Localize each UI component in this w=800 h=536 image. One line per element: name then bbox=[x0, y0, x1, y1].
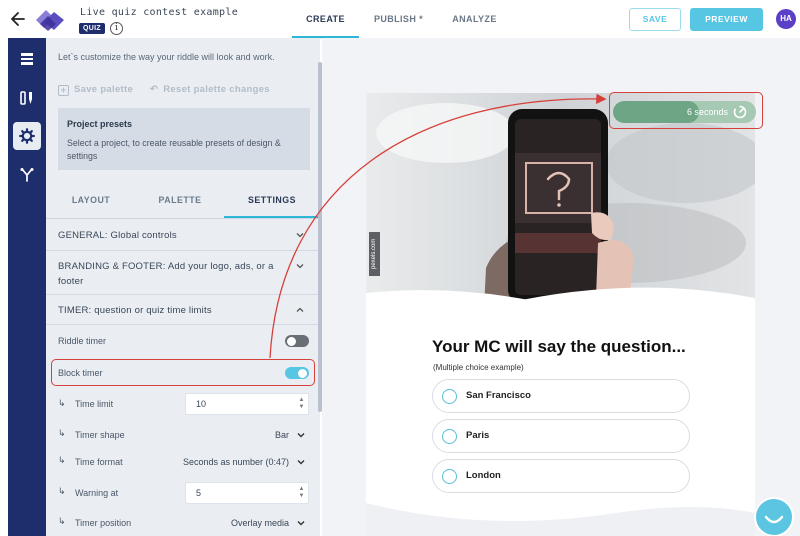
tab-palette[interactable]: PALETTE bbox=[136, 186, 224, 218]
brush-icon bbox=[20, 91, 32, 105]
section-general[interactable]: GENERAL: Global controls bbox=[46, 219, 320, 251]
tab-create[interactable]: CREATE bbox=[292, 0, 359, 38]
undo-icon: ↶ bbox=[150, 84, 159, 95]
settings-panel: Let`s customize the way your riddle will… bbox=[46, 38, 320, 536]
top-bar: Live quiz contest example QUIZ i CREATE … bbox=[0, 0, 800, 38]
number-spinner-icon[interactable]: ▲ ▼ bbox=[298, 486, 305, 500]
help-chat-button[interactable] bbox=[754, 497, 794, 536]
user-avatar[interactable]: HA bbox=[776, 9, 796, 29]
rail-item-blocks[interactable] bbox=[13, 45, 41, 73]
tab-analyze[interactable]: ANALYZE bbox=[441, 0, 508, 38]
reset-palette-button[interactable]: ↶ Reset palette changes bbox=[150, 84, 270, 95]
answer-option-label: Paris bbox=[466, 430, 490, 441]
preview-button[interactable]: PREVIEW bbox=[690, 8, 763, 31]
save-palette-label: Save palette bbox=[74, 84, 134, 95]
timer-shape-label: Timer shape bbox=[75, 430, 125, 440]
list-icon bbox=[21, 53, 33, 65]
timer-bar-highlight bbox=[609, 92, 763, 129]
riddle-timer-label: Riddle timer bbox=[58, 336, 107, 346]
back-arrow-icon[interactable] bbox=[10, 10, 26, 28]
presets-description: Select a project, to create reusable pre… bbox=[67, 138, 281, 161]
chevron-down-icon bbox=[296, 233, 304, 238]
chevron-down-icon[interactable] bbox=[297, 431, 305, 439]
smile-icon bbox=[764, 515, 784, 524]
indent-arrow-icon: ↳ bbox=[58, 486, 66, 496]
photo-credit: pexels.com bbox=[369, 232, 380, 276]
indent-arrow-icon: ↳ bbox=[58, 428, 66, 438]
indent-arrow-icon: ↳ bbox=[58, 516, 66, 526]
save-palette-button[interactable]: + Save palette bbox=[58, 84, 133, 96]
timer-position-select[interactable]: Overlay media bbox=[196, 518, 289, 528]
radio-icon bbox=[442, 429, 457, 444]
radio-icon bbox=[442, 389, 457, 404]
answer-option[interactable]: San Francisco bbox=[432, 379, 690, 413]
section-general-label: GENERAL: Global controls bbox=[58, 230, 177, 241]
presets-title: Project presets bbox=[67, 119, 133, 129]
number-spinner-icon[interactable]: ▲ ▼ bbox=[298, 397, 305, 411]
panel-intro-text: Let`s customize the way your riddle will… bbox=[58, 52, 275, 62]
radio-icon bbox=[442, 469, 457, 484]
section-branding-label: BRANDING & FOOTER: Add your logo, ads, o… bbox=[58, 261, 274, 287]
section-timer[interactable]: TIMER: question or quiz time limits bbox=[46, 295, 320, 325]
time-format-label: Time format bbox=[75, 457, 123, 467]
warning-at-value: 5 bbox=[196, 488, 202, 498]
question-hint: (Multiple choice example) bbox=[433, 363, 524, 372]
section-branding[interactable]: BRANDING & FOOTER: Add your logo, ads, o… bbox=[46, 251, 320, 295]
indent-arrow-icon: ↳ bbox=[58, 455, 66, 465]
save-button[interactable]: SAVE bbox=[629, 8, 681, 31]
gear-icon bbox=[19, 128, 35, 144]
section-timer-label: TIMER: question or quiz time limits bbox=[58, 305, 212, 316]
rail-item-logic[interactable] bbox=[13, 161, 41, 189]
answer-option[interactable]: Paris bbox=[432, 419, 690, 453]
time-limit-value: 10 bbox=[196, 399, 207, 409]
project-presets-box[interactable]: Project presets Select a project, to cre… bbox=[58, 108, 310, 170]
chevron-down-icon bbox=[296, 264, 304, 269]
tab-layout[interactable]: LAYOUT bbox=[46, 186, 136, 218]
rail-item-design[interactable] bbox=[13, 84, 41, 112]
project-title[interactable]: Live quiz contest example bbox=[80, 7, 238, 18]
left-rail bbox=[8, 38, 46, 536]
warning-at-input[interactable]: 5 ▲ ▼ bbox=[185, 482, 309, 504]
chevron-down-icon[interactable] bbox=[297, 458, 305, 466]
timer-position-label: Timer position bbox=[75, 518, 132, 528]
indent-arrow-icon: ↳ bbox=[58, 398, 66, 408]
card-bottom-wave bbox=[366, 503, 755, 536]
block-timer-highlight bbox=[51, 359, 315, 386]
tab-publish[interactable]: PUBLISH * bbox=[365, 0, 432, 38]
time-limit-label: Time limit bbox=[75, 399, 114, 409]
app-logo-icon[interactable] bbox=[32, 6, 66, 32]
toggle-knob bbox=[287, 336, 296, 346]
branch-icon bbox=[20, 168, 34, 182]
question-text: Your MC will say the question... bbox=[432, 337, 686, 356]
reset-palette-label: Reset palette changes bbox=[163, 84, 270, 95]
answer-option-label: San Francisco bbox=[466, 390, 531, 401]
rail-item-settings[interactable] bbox=[13, 122, 41, 150]
time-format-select[interactable]: Seconds as number (0:47) bbox=[146, 457, 289, 467]
time-limit-input[interactable]: 10 ▲ ▼ bbox=[185, 393, 309, 415]
info-icon[interactable]: i bbox=[110, 22, 123, 35]
warning-at-label: Warning at bbox=[75, 488, 119, 498]
save-palette-icon: + bbox=[58, 85, 69, 96]
tab-settings[interactable]: SETTINGS bbox=[224, 186, 320, 218]
timer-shape-select[interactable]: Bar bbox=[251, 430, 289, 440]
quiz-type-badge: QUIZ bbox=[79, 23, 105, 34]
preview-card: Your MC will say the question... (Multip… bbox=[366, 93, 755, 536]
chevron-up-icon bbox=[296, 307, 304, 312]
chevron-down-icon[interactable] bbox=[297, 519, 305, 527]
riddle-timer-toggle[interactable] bbox=[285, 335, 309, 347]
